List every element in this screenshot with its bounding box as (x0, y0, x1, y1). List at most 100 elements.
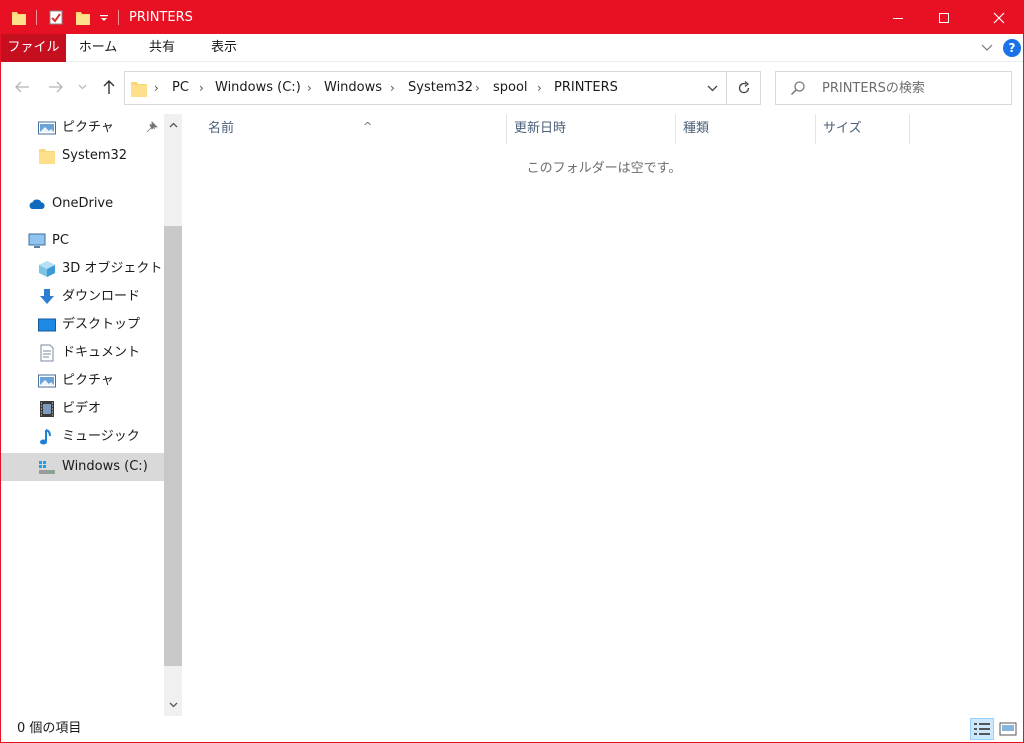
pin-icon[interactable] (146, 121, 158, 133)
tab-file[interactable]: ファイル (1, 34, 66, 62)
close-button[interactable] (976, 1, 1022, 34)
up-button[interactable] (98, 76, 120, 98)
maximize-button[interactable] (921, 1, 967, 34)
navigation-pane: ピクチャ System32 OneDrive PC 3D オブジェクト ダウンロ… (1, 114, 164, 716)
refresh-button[interactable] (727, 71, 761, 105)
empty-folder-message: このフォルダーは空です。 (184, 157, 1023, 176)
folder-icon[interactable] (12, 10, 26, 25)
nav-item-documents[interactable]: ドキュメント (1, 339, 164, 367)
nav-item-music[interactable]: ミュージック (1, 423, 164, 451)
breadcrumb-separator[interactable]: › (199, 72, 204, 104)
column-header-size[interactable]: サイズ (815, 114, 910, 144)
ribbon-tabs: ファイル ホーム 共有 表示 ? (1, 34, 1023, 62)
nav-item-desktop[interactable]: デスクトップ (1, 311, 164, 339)
item-count: 0 個の項目 (17, 721, 82, 736)
large-icons-view-icon (999, 722, 1017, 736)
desktop-icon (38, 318, 56, 332)
address-bar[interactable]: › PC › Windows (C:) › Windows › System32… (124, 71, 727, 105)
nav-item-pictures-pinned[interactable]: ピクチャ (1, 114, 164, 142)
breadcrumb-system32[interactable]: System32 (408, 72, 473, 104)
pictures-icon (38, 121, 56, 135)
minimize-button[interactable] (875, 1, 921, 34)
explorer-window: PRINTERS ファイル ホーム 共有 表示 ? › PC › Windows… (0, 0, 1024, 743)
folder-icon (131, 82, 147, 97)
videos-icon (40, 401, 54, 417)
nav-item-label: ピクチャ (62, 120, 114, 135)
address-history-button[interactable] (702, 78, 722, 98)
folder-icon (39, 149, 55, 164)
pictures-icon (38, 374, 56, 388)
nav-item-videos[interactable]: ビデオ (1, 395, 164, 423)
search-icon (790, 81, 805, 96)
nav-item-pictures[interactable]: ピクチャ (1, 367, 164, 395)
nav-item-label: ダウンロード (62, 289, 141, 304)
nav-item-onedrive[interactable]: OneDrive (1, 190, 164, 218)
nav-item-label: ミュージック (62, 429, 140, 444)
status-bar: 0 個の項目 (1, 716, 1023, 742)
large-icons-view-button[interactable] (996, 718, 1020, 740)
nav-item-label: ビデオ (62, 401, 102, 416)
scroll-up-button[interactable] (164, 116, 182, 134)
nav-item-label: 3D オブジェクト (62, 261, 163, 276)
tab-home[interactable]: ホーム (73, 34, 123, 62)
nav-item-3d-objects[interactable]: 3D オブジェクト (1, 255, 164, 283)
breadcrumb-separator[interactable]: › (390, 72, 395, 104)
nav-item-label: ドキュメント (62, 345, 141, 360)
help-icon[interactable]: ? (1003, 39, 1021, 57)
scrollbar-thumb[interactable] (164, 226, 182, 666)
back-arrow-icon (15, 81, 29, 93)
forward-arrow-icon (49, 81, 63, 93)
back-button[interactable] (11, 76, 33, 98)
nav-item-pc[interactable]: PC (1, 227, 164, 255)
quick-access-separator (36, 10, 37, 25)
expand-ribbon-icon[interactable] (981, 44, 993, 52)
tab-share[interactable]: 共有 (138, 34, 186, 62)
column-header-label: 名前 (208, 121, 235, 136)
breadcrumb-windows[interactable]: Windows (324, 72, 382, 104)
customize-dropdown-icon[interactable] (99, 13, 109, 23)
details-view-button[interactable] (970, 718, 994, 740)
column-header-name[interactable]: 名前 ^ (200, 114, 507, 144)
close-icon (993, 12, 1005, 23)
nav-item-label: ピクチャ (62, 373, 114, 388)
details-view-icon (974, 723, 990, 735)
breadcrumb-separator[interactable]: › (537, 72, 542, 104)
minimize-icon (893, 17, 903, 19)
breadcrumb-windows-c[interactable]: Windows (C:) (215, 72, 301, 104)
column-header-type[interactable]: 種類 (675, 114, 816, 144)
breadcrumb-spool[interactable]: spool (493, 72, 528, 104)
properties-icon[interactable] (49, 10, 63, 25)
nav-item-label: OneDrive (52, 196, 114, 211)
breadcrumb-separator[interactable]: › (154, 72, 159, 104)
breadcrumb-separator[interactable]: › (475, 72, 480, 104)
tab-view[interactable]: 表示 (199, 34, 249, 62)
chevron-down-icon (707, 85, 717, 91)
sort-ascending-icon: ^ (363, 120, 373, 133)
3d-objects-icon (39, 261, 55, 277)
forward-button[interactable] (45, 76, 67, 98)
refresh-icon (738, 81, 749, 94)
title-bar: PRINTERS (1, 1, 1023, 34)
nav-item-system32[interactable]: System32 (1, 142, 164, 170)
download-icon (40, 289, 54, 304)
drive-icon (39, 461, 55, 474)
breadcrumb-separator[interactable]: › (307, 72, 312, 104)
nav-item-downloads[interactable]: ダウンロード (1, 283, 164, 311)
file-list[interactable]: 名前 ^ 更新日時 種類 サイズ このフォルダーは空です。 (184, 114, 1023, 716)
navigation-pane-scrollbar[interactable] (164, 114, 182, 716)
nav-item-windows-c[interactable]: Windows (C:) (1, 453, 164, 481)
search-box[interactable] (775, 71, 1012, 105)
search-input[interactable] (822, 72, 1008, 104)
breadcrumb-pc[interactable]: PC (172, 72, 189, 104)
chevron-down-icon (169, 702, 177, 708)
music-icon (40, 429, 51, 445)
breadcrumb-printers[interactable]: PRINTERS (554, 72, 618, 104)
up-arrow-icon (103, 80, 115, 94)
scroll-down-button[interactable] (164, 696, 182, 714)
window-title: PRINTERS (129, 10, 193, 25)
onedrive-icon (29, 199, 45, 209)
title-separator (118, 10, 119, 25)
column-header-date-modified[interactable]: 更新日時 (506, 114, 676, 144)
new-folder-icon[interactable] (76, 10, 90, 25)
recent-locations-button[interactable] (75, 76, 89, 98)
